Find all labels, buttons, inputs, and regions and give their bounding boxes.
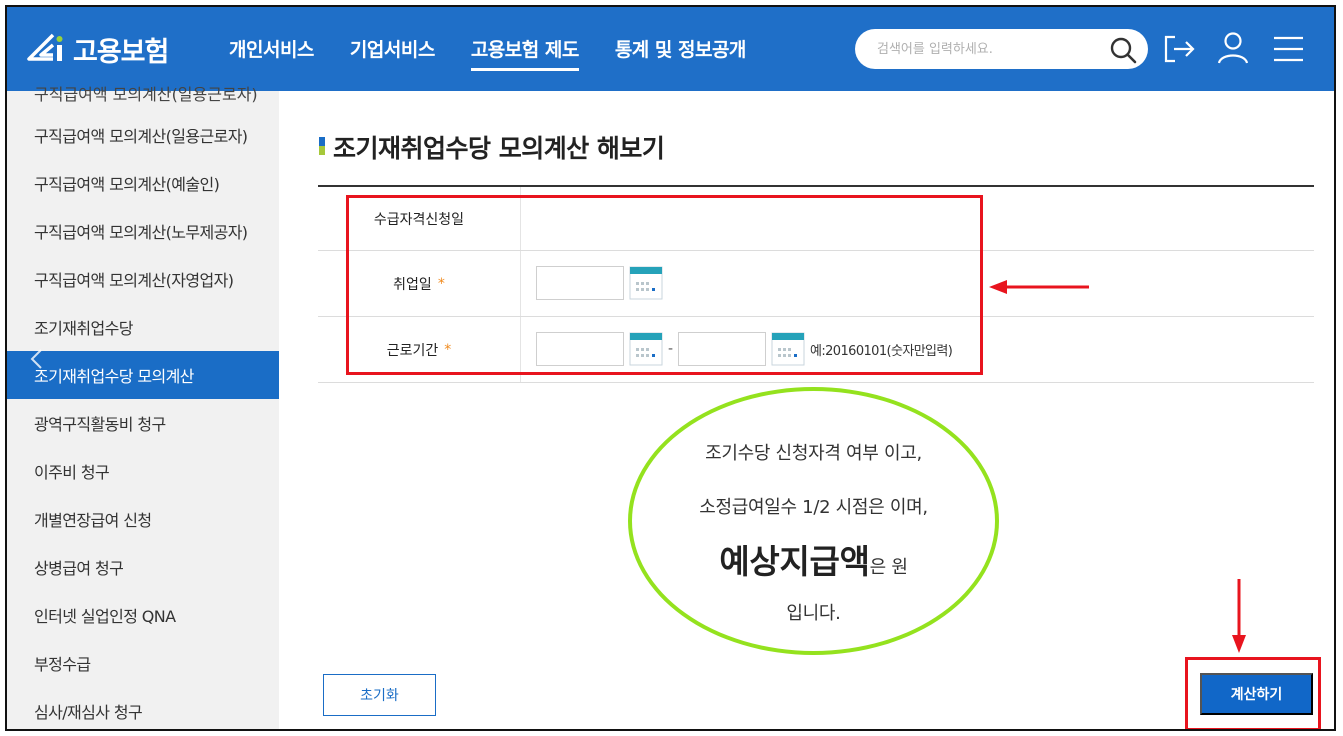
calculate-button[interactable]: 계산하기 (1200, 673, 1313, 715)
menu-icon[interactable] (1269, 29, 1307, 69)
form-highlight-box (346, 195, 983, 375)
sidebar-item-calc-self-employed[interactable]: 구직급여액 모의계산(자영업자) (7, 255, 279, 303)
sidebar-item-fraud[interactable]: 부정수급 (7, 639, 279, 687)
site-logo[interactable]: 고용보험 (23, 27, 169, 71)
logo-text: 고용보험 (73, 36, 169, 68)
logout-icon[interactable] (1160, 29, 1198, 69)
sidebar-item-review[interactable]: 심사/재심사 청구 (7, 687, 279, 729)
sidebar-item-calc-labor[interactable]: 구직급여액 모의계산(노무제공자) (7, 207, 279, 255)
arrow-down-annotation (1232, 579, 1246, 653)
nav-statistics[interactable]: 통계 및 정보공개 (615, 35, 747, 71)
result-closing: 입니다. (786, 603, 841, 624)
page-title: 조기재취업수당 모의계산 해보기 (333, 134, 665, 163)
sidebar-item-early-reemployment[interactable]: 조기재취업수당 (7, 303, 279, 351)
result-half-point: 소정급여일수 1/2 시점은 이며, (699, 497, 928, 518)
sidebar-item-extended-benefit[interactable]: 개별연장급여 신청 (7, 495, 279, 543)
result-eligibility: 조기수당 신청자격 여부 이고, (705, 443, 922, 464)
sidebar-item-relocation[interactable]: 이주비 청구 (7, 447, 279, 495)
search-input[interactable] (877, 38, 1087, 60)
result-amount-label: 예상지급액 (719, 542, 870, 581)
user-icon[interactable] (1214, 29, 1252, 69)
sidebar-item-qna[interactable]: 인터넷 실업인정 QNA (7, 591, 279, 639)
result-amount-line: 예상지급액은 원 (628, 535, 999, 583)
logo-mark-icon (27, 33, 63, 61)
reset-button[interactable]: 초기화 (323, 674, 436, 716)
chevron-left-icon[interactable] (27, 347, 47, 371)
page-frame: 고용보험 개인서비스 기업서비스 고용보험 제도 통계 및 정보공개 검색어를 … (5, 5, 1336, 731)
search-box (855, 29, 1148, 69)
nav-personal-services[interactable]: 개인서비스 (229, 35, 314, 71)
sidebar-item-sickness-benefit[interactable]: 상병급여 청구 (7, 543, 279, 591)
site-header: 고용보험 개인서비스 기업서비스 고용보험 제도 통계 및 정보공개 (7, 7, 1334, 91)
result-amount-suffix: 은 원 (869, 557, 908, 578)
nav-insurance-system[interactable]: 고용보험 제도 (470, 35, 579, 71)
sidebar-item-job-search-expense[interactable]: 광역구직활동비 청구 (7, 399, 279, 447)
nav-business-services[interactable]: 기업서비스 (350, 35, 435, 71)
title-accent-bar (319, 137, 325, 155)
sidebar-item-calc-daily[interactable]: 구직급여액 모의계산(일용근로자) (7, 111, 279, 159)
sidebar-item-early-reemployment-calc[interactable]: 조기재취업수당 모의계산 (7, 351, 279, 399)
sidebar-item-clipped[interactable]: 구직급여액 모의계산(일용근로자) (34, 81, 258, 105)
sidebar: 구직급여액 모의계산(일용근로자) 구직급여액 모의계산(일용근로자) 구직급여… (7, 85, 279, 729)
main-nav: 개인서비스 기업서비스 고용보험 제도 통계 및 정보공개 (229, 35, 782, 71)
search-icon[interactable] (1108, 35, 1138, 65)
sidebar-item-calc-artist[interactable]: 구직급여액 모의계산(예술인) (7, 159, 279, 207)
